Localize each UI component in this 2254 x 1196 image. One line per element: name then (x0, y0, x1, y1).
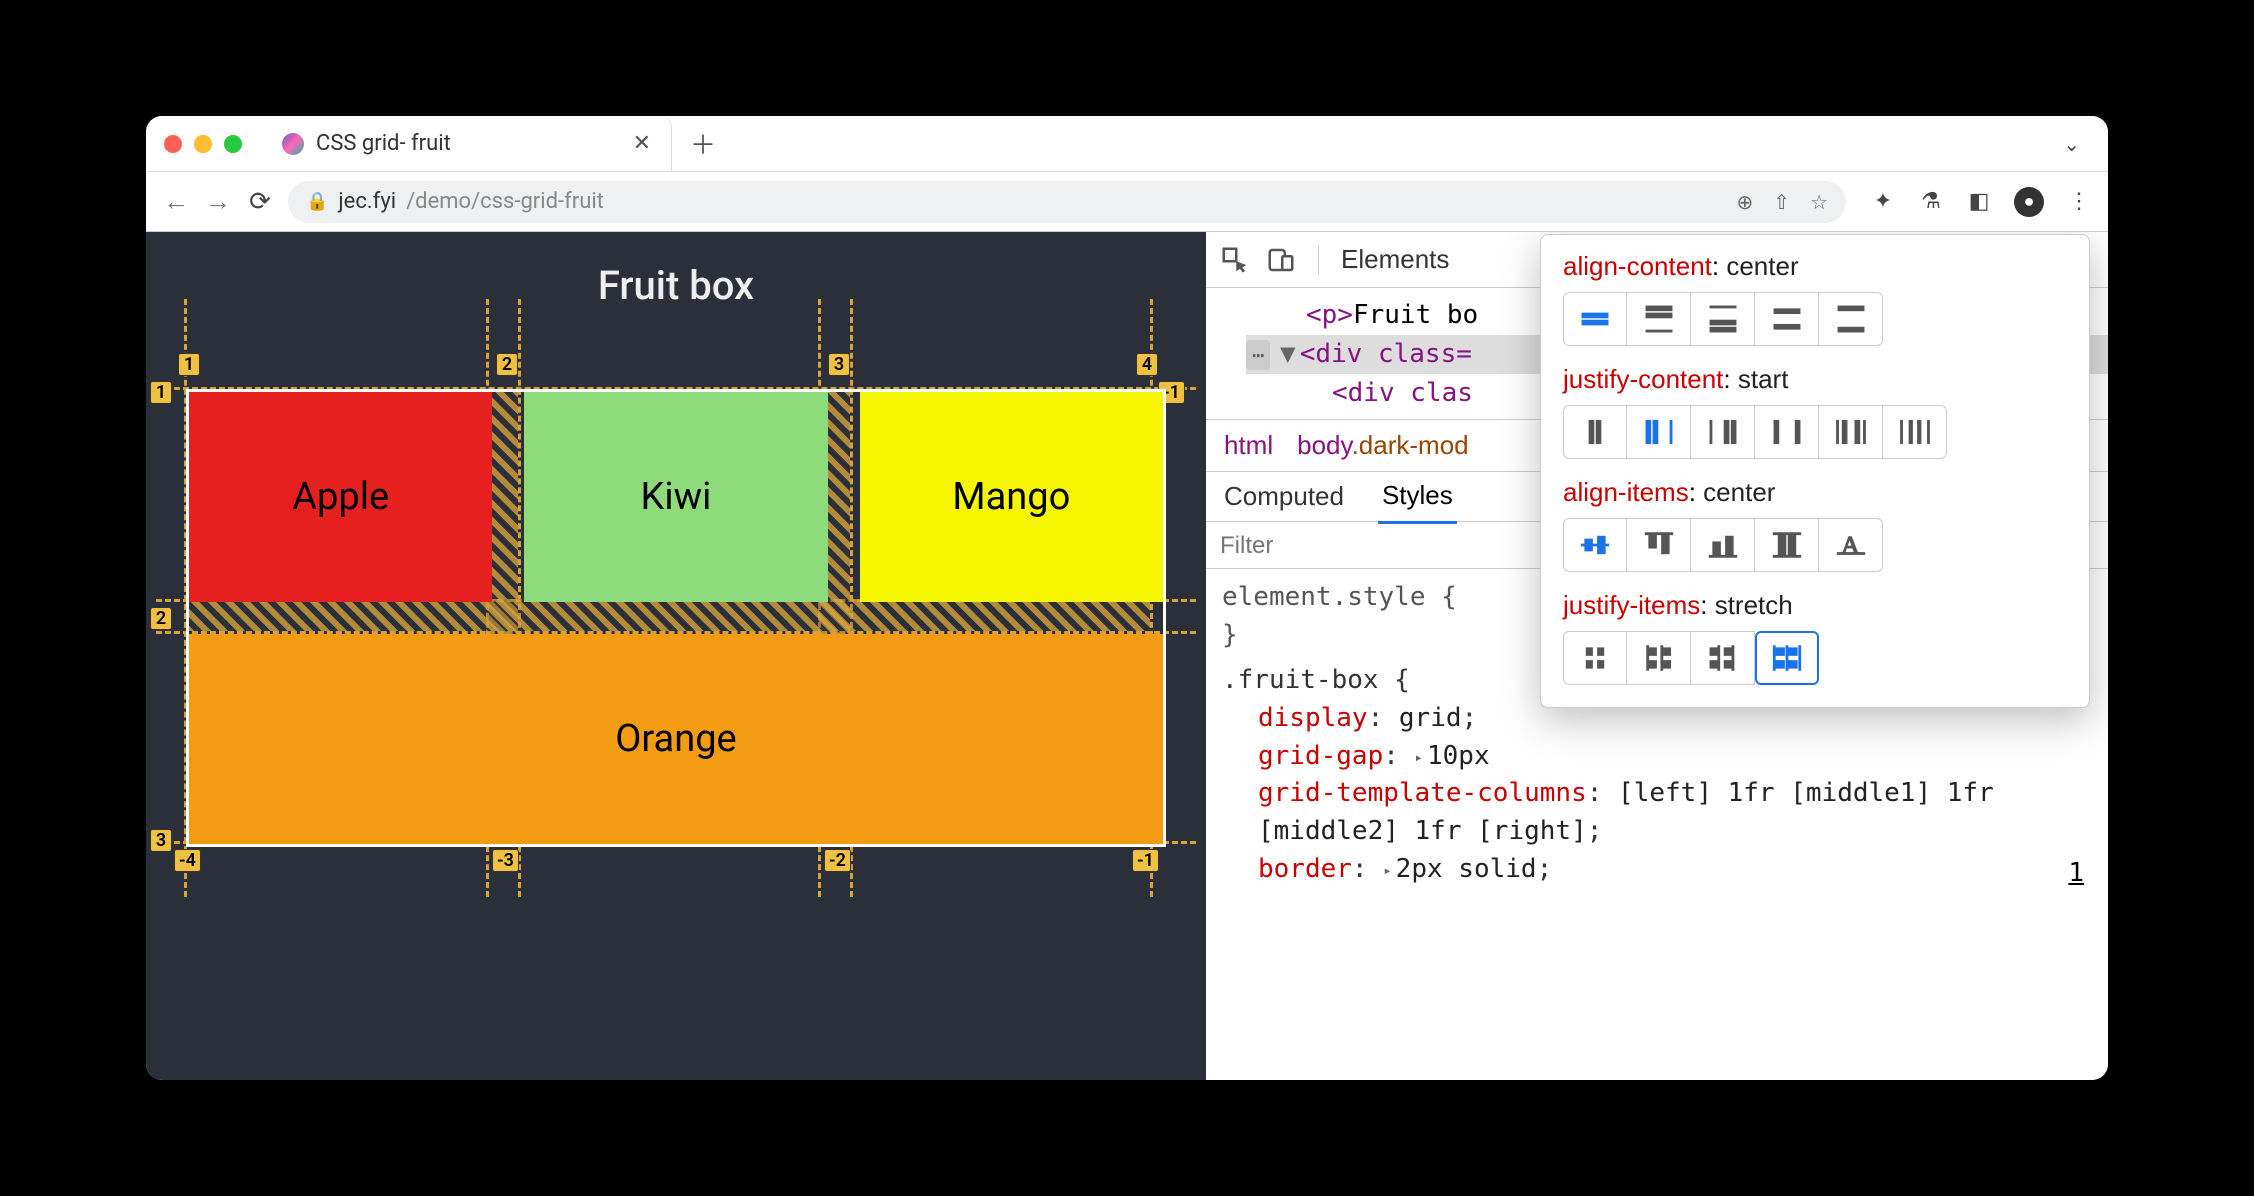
grid-editor-popover: align-content: center justify-content: s… (1540, 234, 2090, 708)
titlebar: CSS grid- fruit ✕ ＋ ⌄ (146, 116, 2108, 172)
grid-row-label-2: 2 (150, 607, 172, 630)
back-button[interactable]: ← (162, 186, 190, 217)
justify-content-space-around-button[interactable] (1819, 405, 1883, 459)
grid-neg-bottom-4: -1 (1132, 849, 1159, 872)
align-items-center-button[interactable] (1563, 518, 1627, 572)
page-heading: Fruit box (176, 262, 1176, 309)
forward-button[interactable]: → (204, 186, 232, 217)
label-justify-items: justify-items: stretch (1563, 590, 2067, 621)
grid-overlay-wrap: 1 2 3 4 1 2 3 -1 -4 -3 -2 -1 Apple Kiwi … (186, 389, 1166, 847)
grid-col-label-4: 4 (1136, 353, 1158, 376)
address-bar: ← → ⟳ 🔒 jec.fyi/demo/css-grid-fruit ⊕ ⇧ … (146, 172, 2108, 232)
align-items-end-button[interactable] (1691, 518, 1755, 572)
grid-col-label-1: 1 (178, 353, 200, 376)
align-content-start-button[interactable] (1627, 292, 1691, 346)
cell-orange: Orange (189, 634, 1163, 844)
share-icon[interactable]: ⇧ (1773, 190, 1790, 214)
sidepanel-icon[interactable]: ◧ (1966, 189, 1992, 215)
dom-ellipsis-icon: ⋯ (1246, 340, 1270, 370)
group-justify-items: justify-items: stretch (1563, 590, 2067, 685)
grid-neg-bottom-1: -4 (174, 849, 201, 872)
maximize-window-button[interactable] (224, 135, 242, 153)
rule-grid-template-columns[interactable]: grid-template-columns: [left] 1fr [middl… (1222, 775, 2092, 850)
menu-icon[interactable]: ⋮ (2066, 189, 2092, 215)
profile-avatar[interactable]: ● (2014, 187, 2044, 217)
align-content-end-button[interactable] (1691, 292, 1755, 346)
breadcrumb-body[interactable]: body.dark-mod (1297, 430, 1469, 461)
page-viewport: Fruit box 1 2 3 (146, 232, 1206, 1080)
group-align-items: align-items: center A (1563, 477, 2067, 572)
tab-title: CSS grid- fruit (316, 131, 451, 156)
zoom-icon[interactable]: ⊕ (1737, 190, 1754, 214)
browser-tab[interactable]: CSS grid- fruit ✕ (272, 116, 672, 171)
tabs-dropdown-icon[interactable]: ⌄ (2063, 132, 2080, 156)
justify-content-space-between-button[interactable] (1755, 405, 1819, 459)
devtools-tab-elements[interactable]: Elements (1341, 244, 1449, 275)
align-items-start-button[interactable] (1627, 518, 1691, 572)
device-toggle-icon[interactable] (1266, 245, 1296, 275)
cell-mango: Mango (860, 392, 1163, 602)
url-host: jec.fyi (338, 189, 396, 214)
dom-p-tag: <p> (1306, 296, 1353, 335)
group-justify-content: justify-content: start (1563, 364, 2067, 459)
justify-items-start-button[interactable] (1627, 631, 1691, 685)
rule-grid-gap[interactable]: grid-gap: ▸10px (1222, 738, 2092, 776)
align-items-baseline-button[interactable]: A (1819, 518, 1883, 572)
browser-window: CSS grid- fruit ✕ ＋ ⌄ ← → ⟳ 🔒 jec.fyi/de… (146, 116, 2108, 1080)
lock-icon: 🔒 (306, 191, 328, 212)
grid-col-label-3: 3 (828, 353, 850, 376)
align-content-center-button[interactable] (1563, 292, 1627, 346)
tab-computed[interactable]: Computed (1220, 471, 1348, 522)
close-tab-icon[interactable]: ✕ (633, 131, 651, 156)
cell-kiwi: Kiwi (524, 392, 827, 602)
inspect-icon[interactable] (1220, 245, 1250, 275)
grid-row-label-3: 3 (150, 829, 172, 852)
justify-items-center-button[interactable] (1563, 631, 1627, 685)
window-controls (164, 135, 242, 153)
rule-border[interactable]: border: ▸2px solid; (1222, 851, 2092, 889)
toolbar-icons: ✦ ⚗ ◧ ● ⋮ (1870, 187, 2092, 217)
tab-styles[interactable]: Styles (1378, 470, 1457, 524)
content-area: Fruit box 1 2 3 (146, 232, 2108, 1080)
extensions-icon[interactable]: ✦ (1870, 189, 1896, 215)
dom-div-child: <div clas (1332, 374, 1473, 413)
justify-items-end-button[interactable] (1691, 631, 1755, 685)
justify-items-stretch-button[interactable] (1755, 631, 1819, 685)
grid-neg-bottom-2: -3 (492, 849, 519, 872)
new-tab-button[interactable]: ＋ (690, 125, 716, 162)
reload-button[interactable]: ⟳ (246, 187, 274, 217)
close-window-button[interactable] (164, 135, 182, 153)
grid-row-label-1: 1 (150, 381, 172, 404)
labs-icon[interactable]: ⚗ (1918, 189, 1944, 215)
align-items-stretch-button[interactable] (1755, 518, 1819, 572)
svg-text:A: A (1841, 531, 1860, 560)
align-content-space-around-button[interactable] (1755, 292, 1819, 346)
justify-content-start-button[interactable] (1627, 405, 1691, 459)
label-align-content: align-content: center (1563, 251, 2067, 282)
rule-source-link[interactable]: 1 (2068, 858, 2084, 888)
label-justify-content: justify-content: start (1563, 364, 2067, 395)
url-box[interactable]: 🔒 jec.fyi/demo/css-grid-fruit ⊕ ⇧ ☆ (288, 181, 1846, 223)
grid-col-label-2: 2 (496, 353, 518, 376)
label-align-items: align-items: center (1563, 477, 2067, 508)
url-path: /demo/css-grid-fruit (406, 189, 604, 214)
align-content-space-between-button[interactable] (1819, 292, 1883, 346)
expand-icon[interactable]: ▼ (1280, 335, 1296, 374)
cell-apple: Apple (189, 392, 492, 602)
justify-content-space-evenly-button[interactable] (1883, 405, 1947, 459)
fruit-box-grid: Apple Kiwi Mango Orange (186, 389, 1166, 847)
devtools-panel: Elements <p>Fruit bo ⋯ ▼ <div class= <di… (1206, 232, 2108, 1080)
minimize-window-button[interactable] (194, 135, 212, 153)
favicon-icon (282, 133, 304, 155)
justify-content-center-button[interactable] (1563, 405, 1627, 459)
breadcrumb-html[interactable]: html (1224, 430, 1273, 461)
dom-p-text: Fruit bo (1353, 296, 1478, 335)
bookmark-icon[interactable]: ☆ (1810, 190, 1828, 214)
dom-div-open: <div class= (1300, 335, 1472, 374)
grid-neg-bottom-3: -2 (824, 849, 851, 872)
justify-content-end-button[interactable] (1691, 405, 1755, 459)
group-align-content: align-content: center (1563, 251, 2067, 346)
